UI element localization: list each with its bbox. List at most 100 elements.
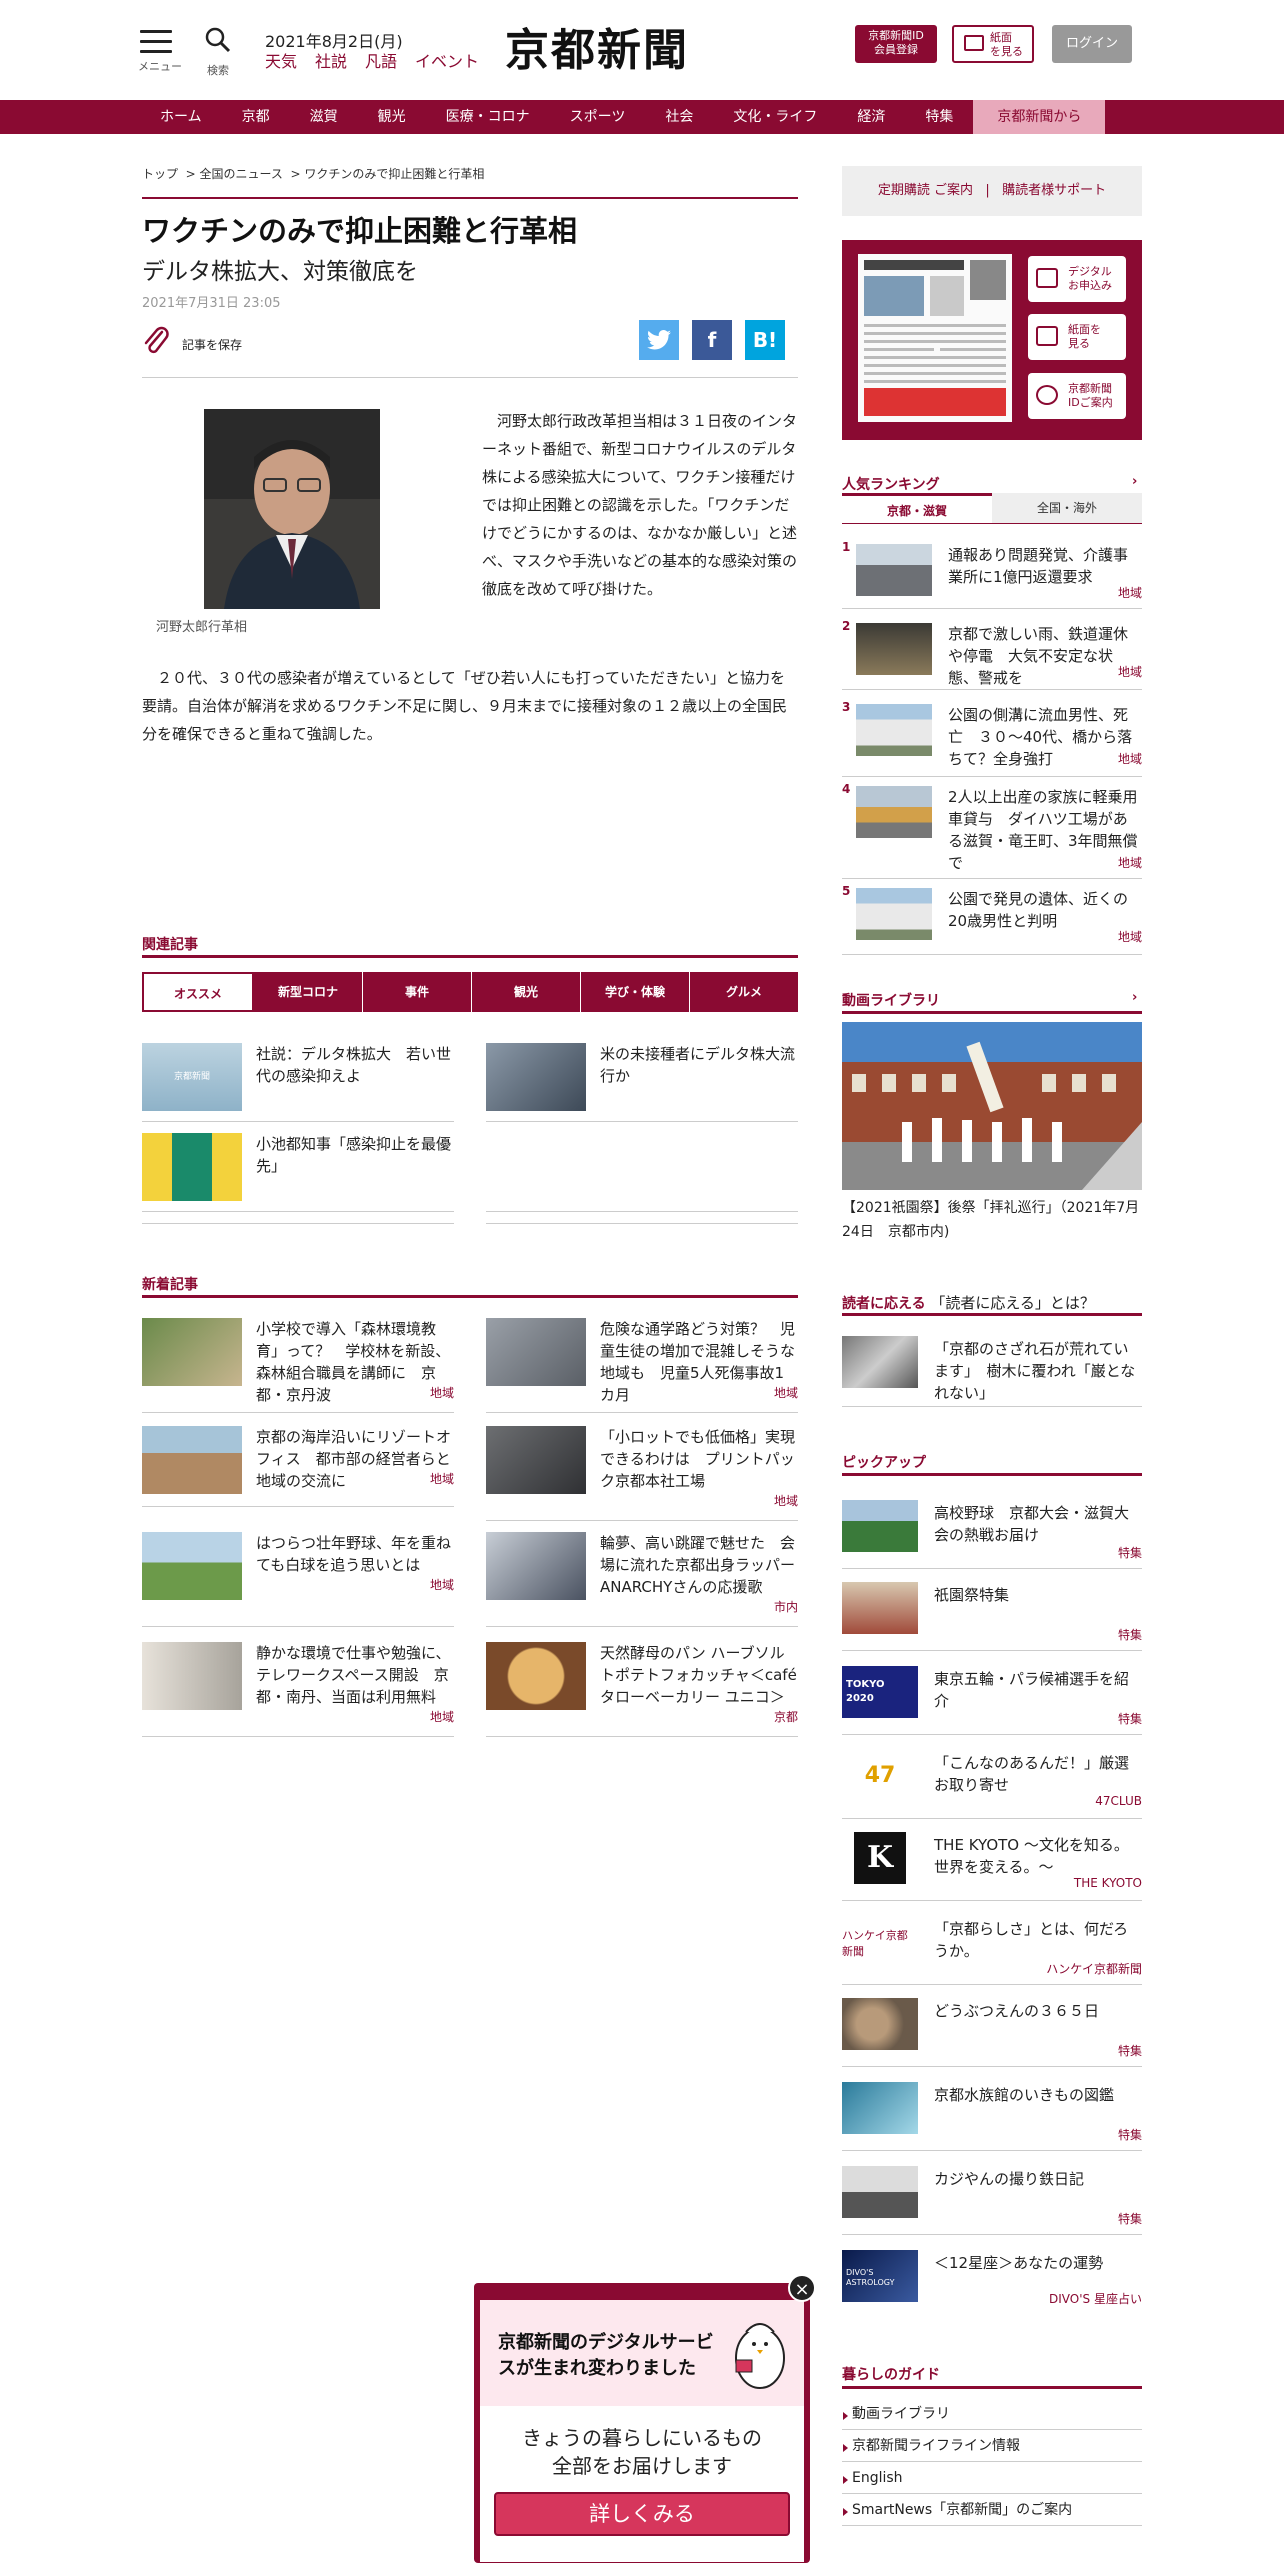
pickup-text: ＜12星座＞あなたの運勢	[934, 2254, 1104, 2272]
breadcrumb-top[interactable]: トップ	[142, 167, 178, 181]
site-logo[interactable]: 京都新聞	[505, 14, 689, 78]
link-event[interactable]: イベント	[415, 48, 479, 72]
digital-signup-button[interactable]: デジタル お申込み	[1028, 256, 1126, 302]
related-item[interactable]: 米の未接種者にデルタ株大流行か	[486, 1043, 798, 1123]
view-paper-button[interactable]: 紙面 を見る	[952, 25, 1034, 63]
tab-learning[interactable]: 学び・体験	[581, 972, 690, 1012]
related-title: 関連記事	[142, 937, 198, 953]
tab-tourism[interactable]: 観光	[472, 972, 581, 1012]
link-editorial[interactable]: 社説	[315, 48, 347, 72]
category-tag: 地域	[773, 1494, 798, 1508]
facebook-share-button[interactable]: f	[692, 320, 732, 360]
nav-home[interactable]: ホーム	[140, 100, 222, 134]
btn-line1: 京都新聞	[1068, 382, 1112, 395]
related-rule	[142, 955, 798, 958]
latest-item-text: 危険な通学路どう対策？ 児童生徒の増加で混雑しそうな地域も 児童5人死傷事故1カ…	[600, 1320, 796, 1404]
hamburger-menu-icon[interactable]	[140, 30, 172, 56]
id-register-button[interactable]: 京都新聞ID 会員登録	[855, 25, 937, 63]
link-weather[interactable]: 天気	[265, 48, 297, 72]
rank-number: 1	[842, 540, 851, 554]
tab-covid[interactable]: 新型コロナ	[254, 972, 363, 1012]
subscribe-link[interactable]: 定期購読 ご案内	[878, 183, 973, 198]
btn-line2: 見る	[1068, 337, 1090, 350]
nav-medical[interactable]: 医療・コロナ	[426, 100, 550, 134]
guide-rule	[842, 2386, 1142, 2389]
divos-logo: DIVO'S ASTROLOGY	[842, 2250, 918, 2302]
newspaper-thumbnail[interactable]	[858, 254, 1012, 422]
rank-number: 4	[842, 782, 851, 796]
ranking-tab-national[interactable]: 全国・海外	[992, 493, 1142, 523]
category-tag: 地域	[1117, 586, 1142, 600]
readers-subtitle[interactable]: 「読者に応える」とは？	[930, 1294, 1095, 1312]
paperclip-icon[interactable]	[142, 326, 170, 356]
video-caption[interactable]: 【2021祇園祭】後祭「拝礼巡行」（2021年7月24日 京都市内)	[842, 1196, 1142, 1244]
category-tag: 特集	[1117, 2128, 1142, 2142]
divider	[486, 1736, 798, 1737]
nav-society[interactable]: 社会	[645, 100, 713, 134]
tab-recommended[interactable]: オススメ	[142, 972, 254, 1012]
divider	[486, 1223, 798, 1224]
nav-sports[interactable]: スポーツ	[550, 100, 646, 134]
newspaper-image	[858, 254, 1012, 422]
info-icon	[1036, 385, 1058, 405]
guide-item-english[interactable]: English	[842, 2462, 1142, 2494]
divider	[842, 1568, 1142, 1569]
category-tag: 京都	[773, 1710, 798, 1724]
link-bongo[interactable]: 凡語	[365, 48, 397, 72]
nav-shiga[interactable]: 滋賀	[290, 100, 358, 134]
popup-message-line1: きょうの暮らしにいるもの	[522, 2426, 762, 2450]
chevron-right-icon[interactable]: ›	[1132, 474, 1137, 489]
hatena-bookmark-button[interactable]: B!	[745, 320, 785, 360]
divider	[842, 1818, 1142, 1819]
ranking-tab-kyoto-shiga[interactable]: 京都・滋賀	[842, 493, 992, 523]
related-item[interactable]: 京都新聞 社説：デルタ株拡大 若い世代の感染抑えよ	[142, 1043, 454, 1123]
search-label: 検索	[207, 64, 229, 77]
breadcrumb-national[interactable]: 全国のニュース	[200, 167, 283, 181]
nav-kyoto[interactable]: 京都	[222, 100, 290, 134]
nav-culture[interactable]: 文化・ライフ	[713, 100, 837, 134]
login-button[interactable]: ログイン	[1052, 25, 1132, 63]
category-tag: 地域	[429, 1710, 454, 1724]
search-icon[interactable]	[204, 26, 232, 54]
nav-economy[interactable]: 経済	[837, 100, 905, 134]
video-image	[842, 1022, 1142, 1190]
id-info-button[interactable]: 京都新聞 IDご案内	[1028, 373, 1126, 419]
guide-item-video[interactable]: 動画ライブラリ	[842, 2398, 1142, 2430]
site-header: メニュー 検索 2021年8月2日(月) 天気 社説 凡語 イベント 京都新聞 …	[0, 0, 1284, 100]
category-tag: 地域	[429, 1386, 454, 1400]
menu-label: メニュー	[138, 60, 182, 73]
tokyo2020-logo: TOKYO 2020	[842, 1666, 918, 1718]
id-btn-line2: 会員登録	[874, 43, 918, 56]
support-link[interactable]: 購読者様サポート	[1002, 183, 1106, 198]
ranking-text: 公園で発見の遺体、近くの20歳男性と判明	[948, 890, 1129, 930]
related-item[interactable]: 小池都知事「感染抑止を最優先」	[142, 1133, 454, 1213]
nav-tourism[interactable]: 観光	[358, 100, 426, 134]
video-library-title: 動画ライブラリ	[842, 993, 940, 1009]
chevron-right-icon[interactable]: ›	[1132, 990, 1137, 1005]
video-thumbnail[interactable]	[842, 1022, 1142, 1190]
popup-close-icon[interactable]: ×	[788, 2274, 816, 2302]
divider	[842, 1406, 1142, 1407]
divider	[142, 377, 798, 378]
guide-item-lifeline[interactable]: 京都新聞ライフライン情報	[842, 2430, 1142, 2462]
facebook-icon: f	[707, 328, 717, 352]
twitter-share-button[interactable]	[639, 320, 679, 360]
popup-details-button[interactable]: 詳しくみる	[494, 2492, 790, 2536]
thumbnail	[842, 1500, 918, 1552]
popup-message: きょうの暮らしにいるもの 全部をお届けします	[480, 2424, 804, 2480]
save-article-label[interactable]: 記事を保存	[182, 336, 242, 353]
tab-incident[interactable]: 事件	[363, 972, 472, 1012]
readers-rule	[842, 1313, 1142, 1316]
latest-title: 新着記事	[142, 1277, 198, 1293]
guide-item-smartnews[interactable]: SmartNews「京都新聞」のご案内	[842, 2494, 1142, 2526]
tab-gourmet[interactable]: グルメ	[690, 972, 798, 1012]
video-rule	[842, 1011, 1142, 1014]
ranking-title: 人気ランキング	[842, 477, 940, 493]
ranking-text: 2人以上出産の家族に軽乗用車貸与 ダイハツ工場がある滋賀・竜王町、3年間無償で	[948, 788, 1138, 872]
thumbnail: K	[842, 1832, 918, 1884]
nav-feature[interactable]: 特集	[905, 100, 973, 134]
nav-from-kyoto[interactable]: 京都新聞から	[973, 100, 1106, 134]
view-paper-side-button[interactable]: 紙面を 見る	[1028, 314, 1126, 360]
rank-number: 2	[842, 619, 851, 633]
mascot-icon	[735, 2323, 785, 2389]
